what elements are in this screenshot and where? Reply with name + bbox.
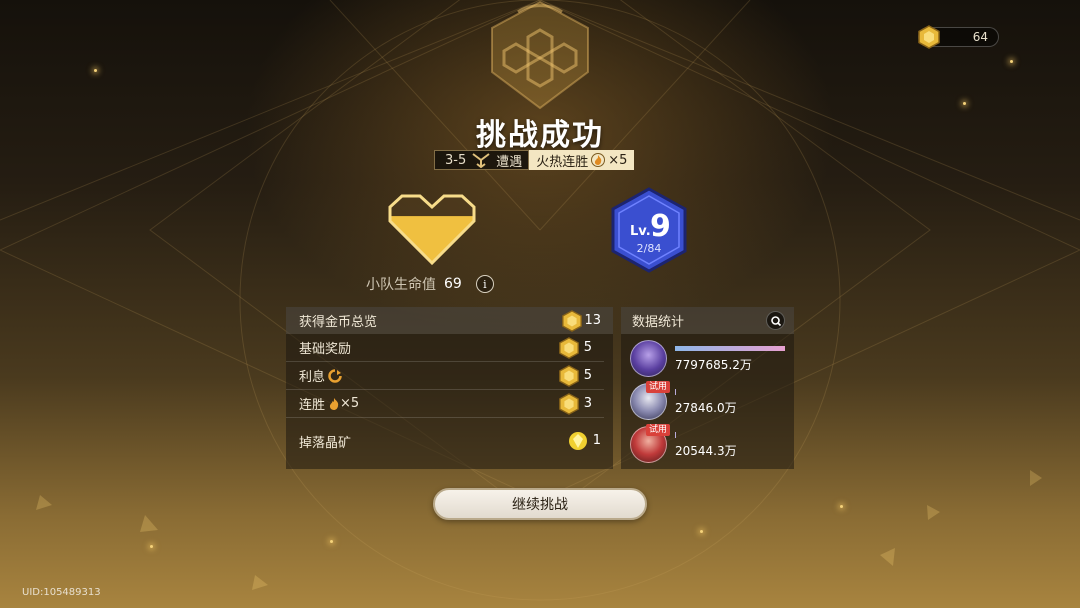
win-streak-badge: 火热连胜 ×5	[529, 150, 635, 170]
gold-currency-display: 64	[918, 25, 999, 49]
gold-row-value: 5	[583, 368, 592, 383]
team-hp-row: 小队生命值 69 i	[366, 274, 494, 294]
gold-summary-header: 获得金币总览 13	[286, 307, 613, 334]
encounter-label: 遭遇	[496, 154, 523, 170]
team-hp-label: 小队生命值	[366, 277, 436, 293]
gold-row-label: 利息	[299, 370, 326, 385]
gold-hex-coin-icon	[562, 310, 582, 332]
gold-row-streak: 连胜 ×5 3	[286, 390, 604, 418]
streak-label: 火热连胜	[536, 154, 589, 170]
gold-row-suffix: ×5	[340, 396, 360, 411]
info-icon[interactable]: i	[475, 275, 494, 293]
stat-value: 20544.3万	[675, 444, 737, 458]
gold-hex-coin-icon	[918, 25, 940, 49]
flame-icon	[329, 397, 339, 410]
gold-hex-coin-icon	[559, 365, 579, 387]
sparkle	[1010, 60, 1013, 63]
page-title: 挑战成功	[476, 118, 604, 153]
continue-challenge-button[interactable]: 继续挑战	[433, 488, 647, 520]
gold-row-base: 基础奖励 5	[286, 334, 604, 362]
gold-row-crystal: 掉落晶矿 1	[286, 418, 613, 464]
uid-label: UID:105489313	[22, 587, 101, 598]
sparkle	[840, 505, 843, 508]
gold-row-interest: 利息 5	[286, 362, 604, 390]
gold-heart-icon	[388, 194, 476, 266]
gold-row-label: 掉落晶矿	[299, 435, 352, 451]
stat-entry[interactable]: 试用 27846.0万	[630, 381, 790, 421]
trial-badge: 试用	[646, 381, 671, 393]
interest-arrow-icon	[328, 368, 342, 383]
gold-row-value: 1	[592, 433, 601, 448]
stage-info-bar: 3-5 遭遇 火热连胜 ×5	[434, 150, 635, 170]
stats-title: 数据统计	[632, 315, 685, 330]
gold-summary-total: 13	[584, 313, 601, 328]
level-value: 9	[650, 209, 671, 244]
search-icon	[771, 316, 782, 327]
sparkle	[94, 69, 97, 72]
stat-entry[interactable]: 7797685.2万	[630, 340, 790, 378]
gold-row-value: 3	[583, 396, 592, 411]
stat-value: 27846.0万	[675, 401, 737, 415]
currency-value: 64	[972, 30, 988, 44]
damage-bar	[675, 389, 676, 395]
sparkle	[150, 545, 153, 548]
level-badge: Lv. 9 2/84	[610, 187, 688, 273]
trial-badge: 试用	[646, 424, 671, 436]
gold-summary-title: 获得金币总览	[299, 315, 378, 330]
streak-multiplier: ×5	[608, 152, 628, 168]
stats-header: 数据统计	[621, 307, 794, 334]
emblem-icon	[491, 0, 589, 110]
level-prefix: Lv.	[630, 224, 651, 239]
level-progress: 2/84	[636, 242, 662, 255]
stat-value: 7797685.2万	[675, 358, 752, 372]
crystal-ore-icon	[569, 432, 587, 450]
encounter-path-icon	[472, 153, 490, 168]
avatar	[630, 340, 667, 377]
sparkle	[330, 540, 333, 543]
stage-number: 3-5	[445, 152, 467, 168]
gold-hex-coin-icon	[559, 337, 579, 359]
stats-search-button[interactable]	[766, 311, 785, 330]
gold-row-label: 连胜	[299, 398, 326, 413]
stats-panel: 数据统计 7797685.2万 试用 27846.0万 试用 20544.3万	[621, 307, 794, 469]
damage-bar	[675, 432, 676, 438]
flame-icon	[591, 153, 606, 167]
damage-bar	[675, 346, 785, 351]
gold-row-label: 基础奖励	[299, 342, 352, 357]
stage-encounter: 3-5 遭遇	[434, 150, 530, 170]
gold-row-value: 5	[583, 340, 592, 355]
stat-entry[interactable]: 试用 20544.3万	[630, 424, 790, 464]
team-hp-value: 69	[444, 276, 462, 292]
gold-hex-coin-icon	[559, 393, 579, 415]
gold-summary-panel: 获得金币总览 13 基础奖励 5 利息 5 连胜 ×5 3 掉落晶矿 1	[286, 307, 613, 469]
sparkle	[700, 530, 703, 533]
sparkle	[963, 102, 966, 105]
